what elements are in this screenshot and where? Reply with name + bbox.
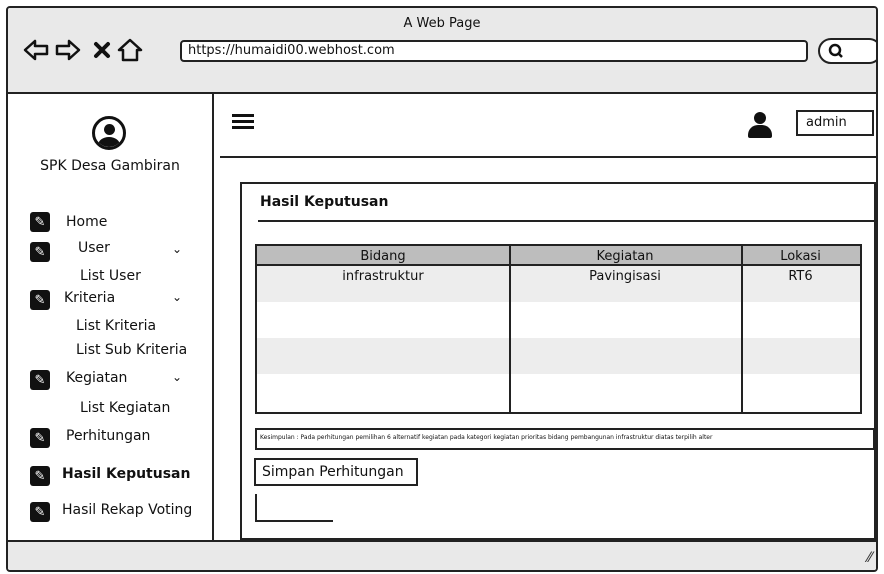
sidebar-item-list-user[interactable]: List User xyxy=(80,268,141,284)
table-row: infrastruktur Pavingisasi RT6 xyxy=(257,266,860,302)
empty-placeholder-box xyxy=(255,494,333,522)
browser-window: A Web Page https://humaidi00.webhost.com… xyxy=(6,6,878,572)
sidebar-item-list-kegiatan[interactable]: List Kegiatan xyxy=(80,400,170,416)
edit-icon: ✎ xyxy=(30,370,50,390)
user-name-box[interactable]: admin xyxy=(796,110,874,136)
edit-icon: ✎ xyxy=(30,212,50,232)
sidebar-item-list-sub-kriteria[interactable]: List Sub Kriteria xyxy=(76,342,187,358)
sidebar-item-perhitungan[interactable]: Perhitungan xyxy=(66,428,150,444)
sidebar-item-hasil-keputusan[interactable]: Hasil Keputusan xyxy=(62,466,190,482)
save-calculation-button[interactable]: Simpan Perhitungan xyxy=(254,458,418,486)
sidebar-item-hasil-rekap-voting[interactable]: Hasil Rekap Voting xyxy=(62,502,192,518)
url-input[interactable]: https://humaidi00.webhost.com xyxy=(180,40,808,62)
chevron-down-icon[interactable]: ⌄ xyxy=(172,370,182,384)
table-header-cell: Lokasi xyxy=(780,249,821,264)
card-title: Hasil Keputusan xyxy=(260,194,389,210)
home-icon[interactable] xyxy=(116,36,144,64)
table-cell: Pavingisasi xyxy=(589,269,661,284)
search-icon xyxy=(828,43,843,58)
table-header-row: Bidang Kegiatan Lokasi xyxy=(257,246,860,266)
table-header-cell: Bidang xyxy=(360,249,406,264)
user-icon xyxy=(748,112,772,138)
chevron-down-icon[interactable]: ⌄ xyxy=(172,242,182,256)
sidebar: SPK Desa Gambiran ✎ Home ✎ User ⌄ List U… xyxy=(8,94,214,542)
browser-titlebar: A Web Page https://humaidi00.webhost.com xyxy=(8,8,876,94)
edit-icon: ✎ xyxy=(30,290,50,310)
arrow-right-icon[interactable] xyxy=(54,36,82,64)
table-row xyxy=(257,302,860,338)
hamburger-icon[interactable] xyxy=(232,114,254,134)
table-row xyxy=(257,374,860,412)
chevron-down-icon[interactable]: ⌄ xyxy=(172,290,182,304)
column-divider xyxy=(509,246,511,412)
window-title: A Web Page xyxy=(403,16,481,31)
table-header-cell: Kegiatan xyxy=(596,249,654,264)
resize-grip-icon[interactable]: ⁄⁄ xyxy=(867,550,872,566)
avatar xyxy=(92,116,126,150)
result-table: Bidang Kegiatan Lokasi infrastruktur Pav… xyxy=(255,244,862,414)
page-content: SPK Desa Gambiran ✎ Home ✎ User ⌄ List U… xyxy=(8,94,876,542)
edit-icon: ✎ xyxy=(30,466,50,486)
edit-icon: ✎ xyxy=(30,502,50,522)
result-card: Hasil Keputusan Bidang Kegiatan Lokasi i… xyxy=(240,182,876,540)
table-cell: RT6 xyxy=(788,269,813,284)
sidebar-item-list-kriteria[interactable]: List Kriteria xyxy=(76,318,156,334)
browser-statusbar: ⁄⁄ xyxy=(8,540,876,570)
app-title: SPK Desa Gambiran xyxy=(40,158,180,174)
conclusion-text: Kesimpulan : Pada perhitungan pemilihan … xyxy=(255,428,875,450)
sidebar-item-user[interactable]: User xyxy=(78,240,110,256)
sidebar-item-kriteria[interactable]: Kriteria xyxy=(64,290,115,306)
table-cell: infrastruktur xyxy=(342,269,424,284)
sidebar-item-kegiatan[interactable]: Kegiatan xyxy=(66,370,127,386)
close-icon[interactable] xyxy=(88,36,116,64)
search-button[interactable] xyxy=(818,38,876,64)
column-divider xyxy=(741,246,743,412)
edit-icon: ✎ xyxy=(30,242,50,262)
arrow-left-icon[interactable] xyxy=(22,36,50,64)
edit-icon: ✎ xyxy=(30,428,50,448)
table-row xyxy=(257,338,860,374)
sidebar-item-home[interactable]: Home xyxy=(66,214,107,230)
header-divider xyxy=(220,156,876,158)
card-divider xyxy=(258,220,876,222)
